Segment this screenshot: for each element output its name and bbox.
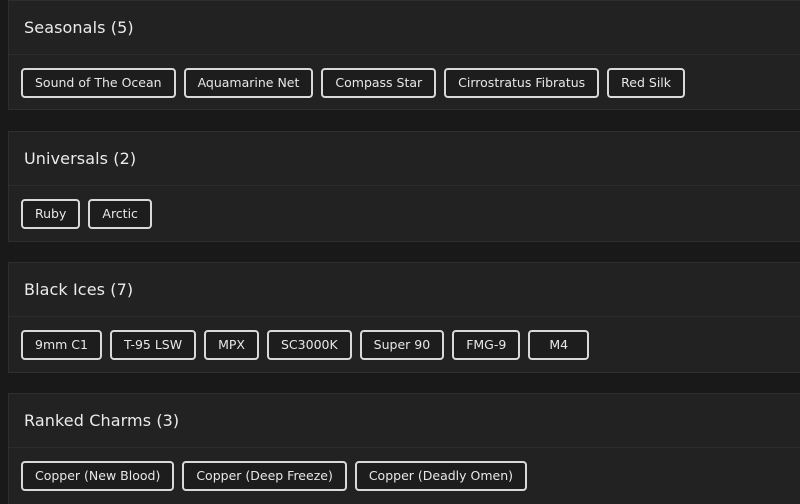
section-header: Seasonals (5) — [9, 1, 800, 55]
tag-list: 9mm C1 T-95 LSW MPX SC3000K Super 90 FMG… — [9, 317, 800, 360]
tag-ruby[interactable]: Ruby — [21, 199, 81, 229]
tag-copper-new-blood[interactable]: Copper (New Blood) — [21, 461, 175, 491]
tag-cirrostratus-fibratus[interactable]: Cirrostratus Fibratus — [444, 68, 600, 98]
tag-copper-deadly-omen[interactable]: Copper (Deadly Omen) — [354, 461, 528, 491]
section-title: Black Ices (7) — [24, 280, 134, 299]
section-title: Ranked Charms (3) — [24, 411, 180, 430]
tag-sc3000k[interactable]: SC3000K — [267, 330, 352, 360]
tag-list: Copper (New Blood) Copper (Deep Freeze) … — [9, 448, 800, 491]
tag-list: Sound of The Ocean Aquamarine Net Compas… — [9, 55, 800, 98]
tag-t-95-lsw[interactable]: T-95 LSW — [109, 330, 197, 360]
section-header: Universals (2) — [9, 132, 800, 186]
universals-section: Universals (2) Ruby Arctic — [8, 131, 800, 242]
tag-fmg-9[interactable]: FMG-9 — [452, 330, 521, 360]
section-title: Universals (2) — [24, 149, 137, 168]
tag-sound-of-the-ocean[interactable]: Sound of The Ocean — [21, 68, 176, 98]
section-title: Seasonals (5) — [24, 18, 134, 37]
tag-red-silk[interactable]: Red Silk — [607, 68, 685, 98]
tag-copper-deep-freeze[interactable]: Copper (Deep Freeze) — [182, 461, 347, 491]
black-ices-section: Black Ices (7) 9mm C1 T-95 LSW MPX SC300… — [8, 262, 800, 373]
tag-mpx[interactable]: MPX — [204, 330, 259, 360]
tag-aquamarine-net[interactable]: Aquamarine Net — [183, 68, 314, 98]
tag-super-90[interactable]: Super 90 — [359, 330, 445, 360]
ranked-charms-section: Ranked Charms (3) Copper (New Blood) Cop… — [8, 393, 800, 504]
seasonals-section: Seasonals (5) Sound of The Ocean Aquamar… — [8, 0, 800, 110]
tag-9mm-c1[interactable]: 9mm C1 — [21, 330, 102, 360]
section-header: Black Ices (7) — [9, 263, 800, 317]
tag-m4[interactable]: M4 — [528, 330, 590, 360]
tag-arctic[interactable]: Arctic — [88, 199, 152, 229]
tag-list: Ruby Arctic — [9, 186, 800, 229]
tag-compass-star[interactable]: Compass Star — [321, 68, 437, 98]
section-header: Ranked Charms (3) — [9, 394, 800, 448]
